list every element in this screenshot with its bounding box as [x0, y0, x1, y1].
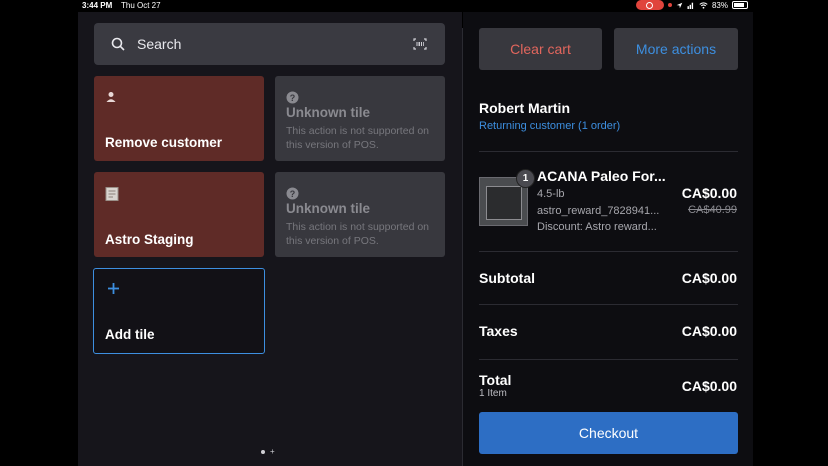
status-bar: 3:44 PM Thu Oct 27 83% [0, 0, 828, 12]
tile-remove-customer[interactable]: Remove customer [94, 76, 264, 161]
location-icon [676, 2, 683, 8]
status-date: Thu Oct 27 [121, 1, 161, 10]
person-icon [106, 92, 116, 102]
question-icon: ? [286, 91, 299, 104]
line-item-discount: Discount: Astro reward... [537, 221, 657, 233]
subtotal-value: CA$0.00 [681, 270, 737, 286]
record-icon [635, 0, 664, 10]
line-item-original-price: CA$40.99 [688, 204, 737, 216]
tile-title: Unknown tile [286, 201, 370, 216]
page-indicator[interactable]: + [261, 447, 275, 456]
line-item-name[interactable]: ACANA Paleo For... [537, 168, 666, 184]
status-icons: 83% [635, 0, 748, 10]
total-items-count: 1 Item [479, 388, 507, 399]
document-icon [105, 187, 119, 201]
tile-description: This action is not supported on this ver… [286, 221, 430, 247]
subtotal-label: Subtotal [479, 270, 535, 286]
search-icon [111, 37, 125, 51]
line-item-sku: astro_reward_7828941... [537, 205, 660, 217]
taxes-value: CA$0.00 [681, 323, 737, 339]
tile-title: Unknown tile [286, 105, 370, 120]
customer-name[interactable]: Robert Martin [479, 100, 570, 116]
barcode-icon[interactable] [413, 38, 427, 50]
divider [479, 151, 738, 152]
plus-icon [108, 283, 119, 294]
battery-percent: 83% [711, 0, 728, 10]
wifi-icon [699, 1, 708, 9]
line-item-price: CA$0.00 [681, 185, 737, 201]
divider [479, 304, 738, 305]
add-page-icon[interactable]: + [270, 447, 275, 456]
tile-unknown[interactable]: ? Unknown tile This action is not suppor… [275, 172, 445, 257]
taxes-label: Taxes [479, 323, 518, 339]
svg-text:?: ? [290, 93, 296, 103]
more-actions-button[interactable]: More actions [614, 28, 738, 70]
customer-subtitle[interactable]: Returning customer (1 order) [479, 120, 620, 132]
tile-unknown[interactable]: ? Unknown tile This action is not suppor… [275, 76, 445, 161]
question-icon: ? [286, 187, 299, 200]
tile-title: Add tile [105, 327, 155, 342]
search-bar[interactable]: Search [94, 23, 445, 65]
battery-icon [732, 1, 748, 9]
checkout-button[interactable]: Checkout [479, 412, 738, 454]
total-value: CA$0.00 [681, 378, 737, 394]
tile-title: Astro Staging [105, 232, 194, 247]
quantity-badge: 1 [516, 169, 535, 188]
line-item-variant: 4.5-lb [537, 188, 565, 200]
divider [479, 251, 738, 252]
tile-description: This action is not supported on this ver… [286, 125, 430, 151]
tile-astro-staging[interactable]: Astro Staging [94, 172, 264, 257]
total-label: Total [479, 372, 512, 388]
clear-cart-button[interactable]: Clear cart [479, 28, 602, 70]
svg-text:?: ? [290, 189, 296, 199]
panel-divider [462, 28, 463, 466]
tile-title: Remove customer [105, 135, 223, 150]
mic-dot-icon [667, 3, 672, 7]
add-tile-button[interactable]: Add tile [93, 268, 265, 354]
signal-icon [687, 2, 694, 9]
status-time: 3:44 PM [82, 1, 113, 10]
search-label: Search [137, 36, 182, 52]
divider [479, 359, 738, 360]
page-dot[interactable] [261, 449, 265, 454]
